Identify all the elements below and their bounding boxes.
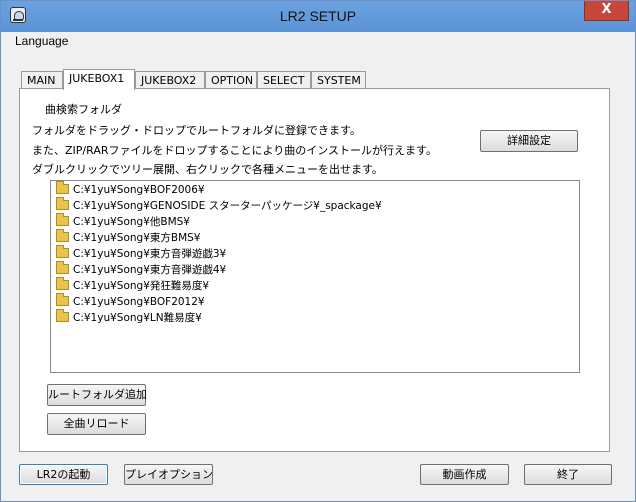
add-root-folder-button[interactable]: ルートフォルダ追加: [47, 384, 147, 406]
exit-button[interactable]: 終了: [524, 464, 612, 485]
menu-language[interactable]: Language: [15, 34, 68, 48]
folder-path: C:¥1yu¥Song¥他BMS¥: [73, 216, 190, 228]
folder-icon: [56, 197, 69, 210]
folder-item[interactable]: C:¥1yu¥Song¥他BMS¥: [56, 213, 190, 231]
folder-icon: [56, 245, 69, 258]
window-title: LR2 SETUP: [279, 8, 357, 24]
folder-icon: [56, 229, 69, 242]
folder-item[interactable]: C:¥1yu¥Song¥東方BMS¥: [56, 229, 201, 247]
folder-item[interactable]: C:¥1yu¥Song¥GENOSIDE スターターパッケージ¥_spackag…: [56, 197, 382, 215]
folder-path: C:¥1yu¥Song¥BOF2012¥: [73, 296, 205, 308]
folder-icon: [56, 181, 69, 194]
close-button[interactable]: X: [584, 1, 629, 21]
title-bar[interactable]: LR2 SETUP X: [1, 1, 635, 32]
description-line-1: フォルダをドラッグ・ドロップでルートフォルダに登録できます。: [32, 124, 361, 137]
tab-select[interactable]: SELECT: [257, 71, 311, 89]
tab-jukebox1[interactable]: JUKEBOX1: [63, 69, 135, 90]
folder-item[interactable]: C:¥1yu¥Song¥LN難易度¥: [56, 309, 202, 327]
setup-window: LR2 SETUP X Language MAIN JUKEBOX1 JUKEB…: [0, 0, 636, 502]
folder-icon: [56, 309, 69, 322]
folder-path: C:¥1yu¥Song¥BOF2006¥: [73, 184, 205, 196]
play-option-button[interactable]: プレイオプション: [124, 464, 213, 485]
folder-item[interactable]: C:¥1yu¥Song¥BOF2012¥: [56, 293, 205, 311]
launch-lr2-button[interactable]: LR2の起動: [19, 464, 108, 485]
description-line-2: また、ZIP/RARファイルをドロップすることにより曲のインストールが行えます。: [32, 144, 437, 157]
description-line-3: ダブルクリックでツリー展開、右クリックで各種メニューを出せます。: [32, 163, 383, 176]
folder-path: C:¥1yu¥Song¥東方音弾遊戯3¥: [73, 248, 227, 260]
reload-all-songs-button[interactable]: 全曲リロード: [47, 413, 146, 435]
folder-icon: [56, 261, 69, 274]
folder-path: C:¥1yu¥Song¥東方BMS¥: [73, 232, 201, 244]
folder-item[interactable]: C:¥1yu¥Song¥発狂難易度¥: [56, 277, 210, 295]
tab-main[interactable]: MAIN: [21, 71, 63, 89]
detail-settings-button[interactable]: 詳細設定: [480, 130, 578, 152]
folder-path: C:¥1yu¥Song¥発狂難易度¥: [73, 280, 210, 292]
tab-option[interactable]: OPTION: [205, 71, 257, 89]
folder-icon: [56, 213, 69, 226]
folder-path: C:¥1yu¥Song¥GENOSIDE スターターパッケージ¥_spackag…: [73, 200, 382, 212]
folder-tree[interactable]: C:¥1yu¥Song¥BOF2006¥ C:¥1yu¥Song¥GENOSID…: [50, 180, 580, 373]
tab-jukebox2[interactable]: JUKEBOX2: [135, 71, 205, 89]
folder-item[interactable]: C:¥1yu¥Song¥東方音弾遊戯4¥: [56, 261, 227, 279]
folder-path: C:¥1yu¥Song¥LN難易度¥: [73, 312, 202, 324]
search-folder-label: 曲検索フォルダ: [45, 103, 122, 116]
tab-system[interactable]: SYSTEM: [311, 71, 366, 89]
folder-icon: [56, 277, 69, 290]
menu-bar: Language: [1, 32, 635, 51]
folder-item[interactable]: C:¥1yu¥Song¥東方音弾遊戯3¥: [56, 245, 227, 263]
folder-item[interactable]: C:¥1yu¥Song¥BOF2006¥: [56, 181, 205, 199]
create-movie-button[interactable]: 動画作成: [420, 464, 509, 485]
folder-path: C:¥1yu¥Song¥東方音弾遊戯4¥: [73, 264, 227, 276]
folder-icon: [56, 293, 69, 306]
